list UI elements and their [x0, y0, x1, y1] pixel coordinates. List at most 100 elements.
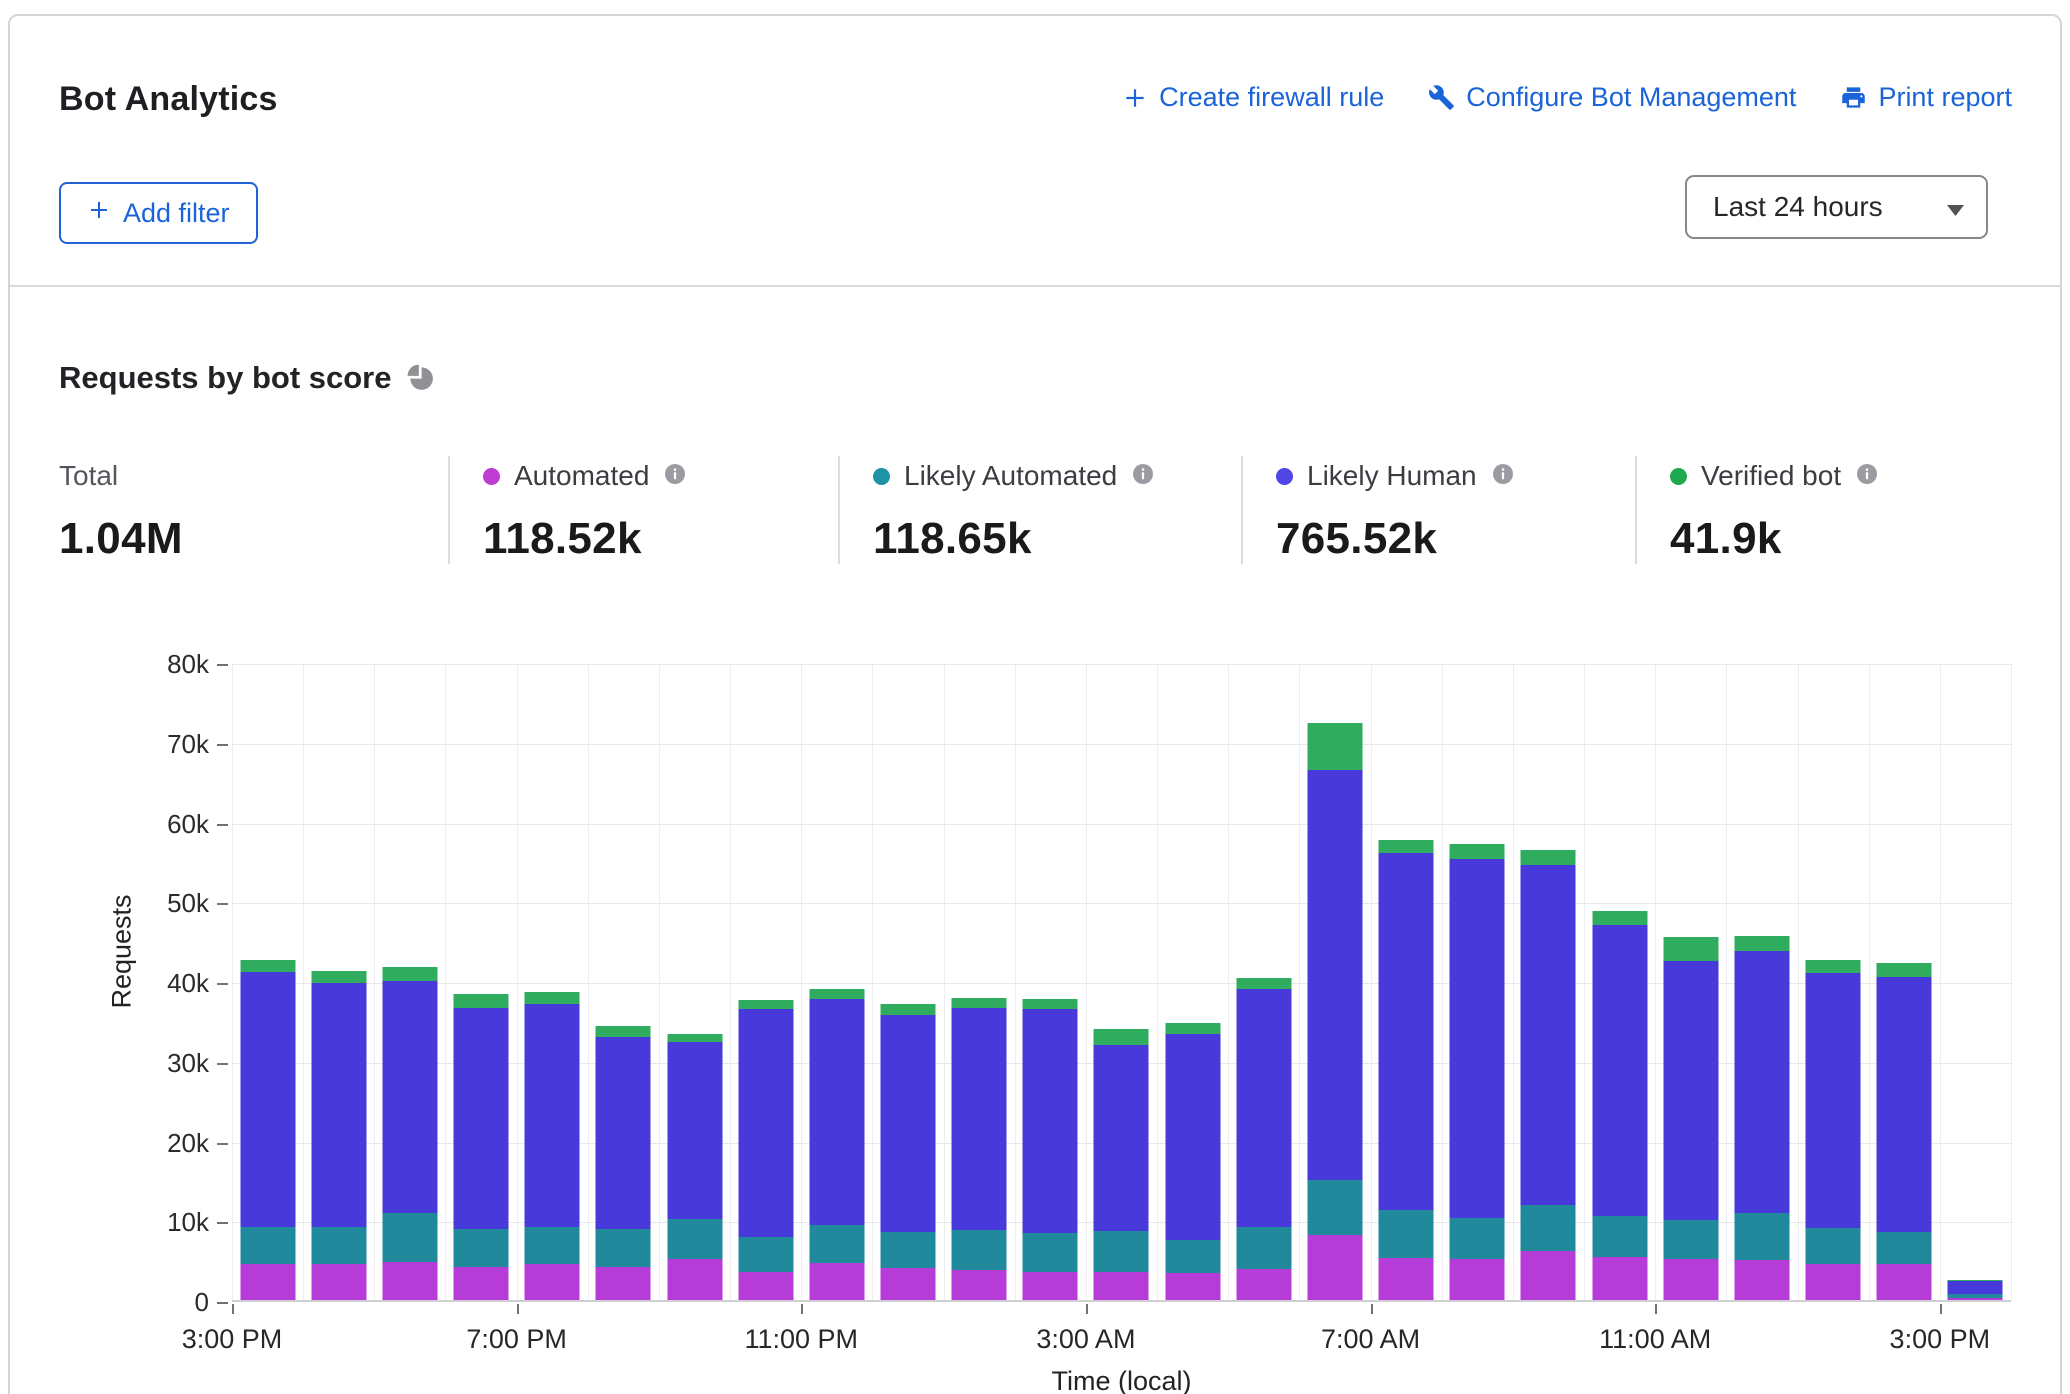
- bar-segment-likely-automated: [1806, 1228, 1861, 1264]
- bar-segment-automated: [525, 1264, 580, 1300]
- bar-segment-automated: [1663, 1259, 1718, 1300]
- bar-segment-likely-human: [525, 1004, 580, 1227]
- bar-segment-verified-bot: [1307, 723, 1362, 770]
- y-axis-tick-label: 0: [59, 1286, 209, 1318]
- page: Bot Analytics Create firewall rule Confi…: [0, 0, 2070, 1394]
- bar-segment-likely-human: [667, 1042, 722, 1218]
- y-axis-tick: [217, 983, 228, 985]
- bar-segment-automated: [1734, 1260, 1789, 1300]
- chart-bar-9-00-am[interactable]: [1513, 664, 1584, 1300]
- chart-bar-8-00-am[interactable]: [1442, 664, 1513, 1300]
- chart-bar-1-00-pm[interactable]: [1798, 664, 1869, 1300]
- bar-segment-likely-human: [382, 981, 437, 1213]
- y-axis-tick-label: 70k: [59, 728, 209, 760]
- y-axis-tick-label: 60k: [59, 808, 209, 840]
- bar-segment-verified-bot: [1734, 936, 1789, 951]
- chart-bar-7-00-pm[interactable]: [517, 664, 588, 1300]
- bar-segment-automated: [454, 1267, 509, 1301]
- bar-segment-verified-bot: [809, 989, 864, 999]
- gridline-vertical: [2011, 664, 2012, 1300]
- y-axis-tick: [217, 1302, 228, 1304]
- x-axis-tick: [801, 1304, 803, 1314]
- chart-bar-10-00-pm[interactable]: [730, 664, 801, 1300]
- bar-segment-automated: [1521, 1251, 1576, 1300]
- bar-segment-verified-bot: [881, 1004, 936, 1014]
- bar-segment-likely-human: [311, 983, 366, 1228]
- y-axis-tick-label: 40k: [59, 967, 209, 999]
- chart-bar-5-00-pm[interactable]: [374, 664, 445, 1300]
- y-axis-tick: [217, 824, 228, 826]
- bar-segment-likely-human: [1806, 973, 1861, 1228]
- bar-segment-likely-automated: [809, 1225, 864, 1263]
- y-axis-tick: [217, 1222, 228, 1224]
- bar-segment-likely-automated: [311, 1227, 366, 1264]
- y-axis-tick: [217, 1143, 228, 1145]
- bar-segment-likely-automated: [1948, 1294, 2003, 1297]
- chart-bar-12-00-pm[interactable]: [1726, 664, 1797, 1300]
- bar-segment-likely-automated: [382, 1213, 437, 1262]
- bar-segment-automated: [1379, 1258, 1434, 1300]
- chart-bar-11-00-am[interactable]: [1655, 664, 1726, 1300]
- bar-segment-likely-automated: [1307, 1180, 1362, 1235]
- chart-bar-5-00-am[interactable]: [1228, 664, 1299, 1300]
- y-axis-tick: [217, 1063, 228, 1065]
- bar-segment-likely-automated: [1236, 1227, 1291, 1268]
- bar-segment-likely-human: [881, 1015, 936, 1233]
- bar-segment-likely-automated: [596, 1229, 651, 1267]
- bar-segment-likely-human: [1165, 1034, 1220, 1240]
- chart-bar-1-00-am[interactable]: [944, 664, 1015, 1300]
- bar-segment-automated: [240, 1264, 295, 1300]
- x-axis-tick-label: 7:00 PM: [466, 1324, 567, 1355]
- y-axis-tick: [217, 744, 228, 746]
- chart-bar-10-00-am[interactable]: [1584, 664, 1655, 1300]
- bar-segment-likely-human: [240, 972, 295, 1227]
- bar-segment-likely-human: [1521, 865, 1576, 1206]
- chart-bar-6-00-am[interactable]: [1299, 664, 1370, 1300]
- bar-segment-likely-automated: [952, 1230, 1007, 1270]
- chart-bar-4-00-am[interactable]: [1157, 664, 1228, 1300]
- y-axis-title: Requests: [107, 852, 138, 1052]
- chart-bar-6-00-pm[interactable]: [445, 664, 516, 1300]
- bar-segment-automated: [809, 1263, 864, 1300]
- requests-by-bot-score-chart: Requests Time (local) 80k70k60k50k40k30k…: [59, 16, 2015, 776]
- bar-segment-verified-bot: [1948, 1280, 2003, 1281]
- chart-plot: [232, 664, 2011, 1302]
- bar-segment-likely-automated: [1877, 1232, 1932, 1264]
- chart-bar-8-00-pm[interactable]: [588, 664, 659, 1300]
- x-axis-tick: [232, 1304, 234, 1314]
- chart-bar-11-00-pm[interactable]: [801, 664, 872, 1300]
- bar-segment-likely-automated: [667, 1219, 722, 1259]
- chart-bar-3-00-pm[interactable]: [232, 664, 303, 1300]
- bar-segment-verified-bot: [1806, 960, 1861, 973]
- chart-bar-3-00-am[interactable]: [1086, 664, 1157, 1300]
- bar-segment-verified-bot: [1379, 840, 1434, 854]
- bar-segment-automated: [311, 1264, 366, 1300]
- bar-segment-likely-human: [1734, 951, 1789, 1213]
- bar-segment-verified-bot: [1094, 1029, 1149, 1045]
- bar-segment-verified-bot: [952, 998, 1007, 1008]
- chart-bar-2-00-am[interactable]: [1015, 664, 1086, 1300]
- bar-segment-likely-automated: [1592, 1216, 1647, 1257]
- x-axis-tick-label: 7:00 AM: [1321, 1324, 1420, 1355]
- bar-segment-likely-human: [1307, 770, 1362, 1180]
- bar-segment-verified-bot: [1236, 978, 1291, 989]
- bar-segment-verified-bot: [1521, 850, 1576, 864]
- bar-segment-automated: [1877, 1264, 1932, 1300]
- chart-bar-9-00-pm[interactable]: [659, 664, 730, 1300]
- chart-bar-12-00-am[interactable]: [872, 664, 943, 1300]
- bar-segment-automated: [1450, 1259, 1505, 1300]
- bar-segment-automated: [738, 1272, 793, 1300]
- bar-segment-verified-bot: [311, 971, 366, 983]
- chart-bar-3-00-pm[interactable]: [1940, 664, 2011, 1300]
- bar-segment-likely-automated: [454, 1229, 509, 1266]
- bar-segment-likely-automated: [738, 1237, 793, 1272]
- bar-segment-automated: [1806, 1264, 1861, 1300]
- chart-bar-7-00-am[interactable]: [1371, 664, 1442, 1300]
- chart-bar-2-00-pm[interactable]: [1869, 664, 1940, 1300]
- chart-bar-4-00-pm[interactable]: [303, 664, 374, 1300]
- bar-segment-verified-bot: [1592, 911, 1647, 925]
- bar-segment-likely-human: [809, 999, 864, 1225]
- bar-segment-likely-human: [1094, 1045, 1149, 1232]
- bar-segment-likely-human: [1877, 977, 1932, 1232]
- x-axis-tick-label: 3:00 AM: [1036, 1324, 1135, 1355]
